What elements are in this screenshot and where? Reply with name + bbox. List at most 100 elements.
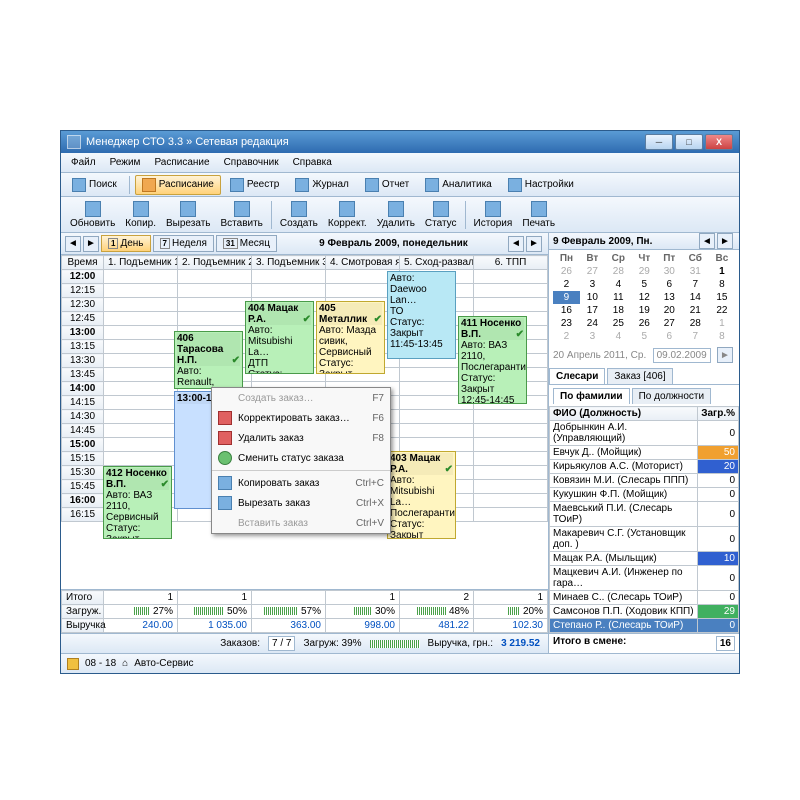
cal-day[interactable]: 9 <box>553 291 580 304</box>
cal-day[interactable]: 31 <box>682 265 709 278</box>
cal-day[interactable]: 3 <box>580 278 605 291</box>
ctx-Сменить статус заказа[interactable]: Сменить статус заказа <box>212 448 390 468</box>
staff-row[interactable]: Мацак Р.А. (Мыльщик)10 <box>550 552 739 566</box>
tab-Реестр[interactable]: Реестр <box>223 175 287 195</box>
ctx-Вырезать заказ[interactable]: Вырезать заказCtrl+X <box>212 493 390 513</box>
action-Вырезать[interactable]: Вырезать <box>161 201 215 229</box>
appointment[interactable]: 406 Тарасова Н.П.✔Авто: Renault,Сервисны… <box>174 331 243 389</box>
cal-day[interactable]: 23 <box>553 317 580 330</box>
cal-day[interactable]: 7 <box>682 278 709 291</box>
col-header[interactable]: Время <box>62 256 104 270</box>
menu-Справочник[interactable]: Справочник <box>218 155 285 170</box>
cal-day[interactable]: 2 <box>553 330 580 343</box>
staff-row[interactable]: Минаев С.. (Слесарь ТОиР)0 <box>550 591 739 605</box>
col-header[interactable]: 2. Подъемник 2 <box>178 256 252 270</box>
tab-Отчет[interactable]: Отчет <box>358 175 416 195</box>
action-Статус[interactable]: Статус <box>420 201 462 229</box>
cal-day[interactable]: 27 <box>657 317 682 330</box>
staff-row[interactable]: Кирьякулов А.С. (Моторист)20 <box>550 460 739 474</box>
mini-calendar[interactable]: ПнВтСрЧтПтСбВс26272829303112345678910111… <box>549 250 739 345</box>
cal-day[interactable]: 10 <box>580 291 605 304</box>
menu-Справка[interactable]: Справка <box>287 155 338 170</box>
panel-tab-1[interactable]: Заказ [406] <box>607 368 672 384</box>
cal-day[interactable]: 12 <box>632 291 657 304</box>
prev2-button[interactable]: ◄ <box>508 236 524 252</box>
tab-Аналитика[interactable]: Аналитика <box>418 175 499 195</box>
menu-Режим[interactable]: Режим <box>104 155 147 170</box>
cal-day[interactable]: 6 <box>657 278 682 291</box>
cal-day[interactable]: 18 <box>605 304 632 317</box>
cal-day[interactable]: 16 <box>553 304 580 317</box>
staff-row[interactable]: Мацкевич А.И. (Инженер по гара…0 <box>550 566 739 591</box>
ctx-Корректировать заказ…[interactable]: Корректировать заказ…F6 <box>212 408 390 428</box>
action-Вставить[interactable]: Вставить <box>216 201 268 229</box>
cal-day[interactable]: 19 <box>632 304 657 317</box>
cal-day[interactable]: 27 <box>580 265 605 278</box>
menu-Расписание[interactable]: Расписание <box>148 155 215 170</box>
next2-button[interactable]: ► <box>526 236 542 252</box>
appointment[interactable]: 403 Мацак Р.А.✔Авто: Mitsubishi La…После… <box>387 451 456 539</box>
cal-day[interactable]: 22 <box>709 304 735 317</box>
ctx-Копировать заказ[interactable]: Копировать заказCtrl+C <box>212 473 390 493</box>
cal-day[interactable]: 5 <box>632 330 657 343</box>
cal-day[interactable]: 28 <box>605 265 632 278</box>
view-Неделя[interactable]: 7Неделя <box>153 235 214 252</box>
staff-row[interactable]: Самсонов П.П. (Ходовик КПП)29 <box>550 605 739 619</box>
col-header[interactable]: 4. Смотровая яма <box>326 256 400 270</box>
cal-day[interactable]: 30 <box>657 265 682 278</box>
panel-tab-0[interactable]: Слесари <box>549 368 605 384</box>
cal-prev-button[interactable]: ◄ <box>699 233 715 249</box>
cal-day[interactable]: 29 <box>632 265 657 278</box>
col-header[interactable]: 3. Подъемник 3 <box>252 256 326 270</box>
cal-day[interactable]: 26 <box>632 317 657 330</box>
cal-next-button[interactable]: ► <box>717 233 733 249</box>
close-button[interactable]: X <box>705 134 733 150</box>
action-Обновить[interactable]: Обновить <box>65 201 120 229</box>
staff-row[interactable]: Кукушкин Ф.П. (Мойщик)0 <box>550 488 739 502</box>
maximize-button[interactable]: □ <box>675 134 703 150</box>
action-Создать[interactable]: Создать <box>275 201 323 229</box>
cal-day[interactable]: 2 <box>553 278 580 291</box>
ctx-Удалить заказ[interactable]: Удалить заказF8 <box>212 428 390 448</box>
action-Печать[interactable]: Печать <box>517 201 560 229</box>
cal-day[interactable]: 26 <box>553 265 580 278</box>
appointment[interactable]: 412 Носенко В.П.✔Авто: ВАЗ 2110,Сервисны… <box>103 466 172 539</box>
staff-row[interactable]: Степано Р.. (Слесарь ТОиР)0 <box>550 619 739 633</box>
cal-day[interactable]: 14 <box>682 291 709 304</box>
cal-day[interactable]: 15 <box>709 291 735 304</box>
panel-subtab-1[interactable]: По должности <box>632 388 711 404</box>
view-Месяц[interactable]: 31Месяц <box>216 235 277 252</box>
next-button[interactable]: ► <box>83 236 99 252</box>
tab-Расписание[interactable]: Расписание <box>135 175 221 195</box>
staff-row[interactable]: Макаревич С.Г. (Установщик доп. )0 <box>550 527 739 552</box>
appointment[interactable]: 405 Металлик✔Авто: Мазда сивик,Сервисный… <box>316 301 385 374</box>
action-История[interactable]: История <box>469 201 518 229</box>
menu-Файл[interactable]: Файл <box>65 155 102 170</box>
appointment[interactable]: 404 Мацак Р.А.✔Авто: Mitsubishi La…ДТПСт… <box>245 301 314 374</box>
action-Копир.[interactable]: Копир. <box>120 201 161 229</box>
cal-day[interactable]: 11 <box>605 291 632 304</box>
cal-day[interactable]: 8 <box>709 330 735 343</box>
col-header[interactable]: 5. Сход-развал <box>400 256 474 270</box>
cal-day[interactable]: 4 <box>605 278 632 291</box>
cal-day[interactable]: 4 <box>605 330 632 343</box>
cal-day[interactable]: 13 <box>657 291 682 304</box>
cal-day[interactable]: 21 <box>682 304 709 317</box>
cal-day[interactable]: 8 <box>709 278 735 291</box>
action-Удалить[interactable]: Удалить <box>372 201 420 229</box>
staff-row[interactable]: Добрынкин А.И. (Управляющий)0 <box>550 421 739 446</box>
date-go-button[interactable]: ► <box>717 347 733 363</box>
cal-day[interactable]: 1 <box>709 265 735 278</box>
staff-row[interactable]: Евчук Д.. (Мойщик)50 <box>550 446 739 460</box>
staff-row[interactable]: Ковязин М.И. (Слесарь ППП)0 <box>550 474 739 488</box>
minimize-button[interactable]: ─ <box>645 134 673 150</box>
col-header[interactable]: 1. Подъемник 1 <box>104 256 178 270</box>
cal-day[interactable]: 25 <box>605 317 632 330</box>
search-button[interactable]: Поиск <box>65 175 124 195</box>
cal-day[interactable]: 5 <box>632 278 657 291</box>
cal-day[interactable]: 20 <box>657 304 682 317</box>
appointment[interactable]: 411 Носенко В.П.✔Авто: ВАЗ 2110,Послегар… <box>458 316 527 404</box>
cal-day[interactable]: 7 <box>682 330 709 343</box>
cal-day[interactable]: 3 <box>580 330 605 343</box>
tab-Настройки[interactable]: Настройки <box>501 175 581 195</box>
